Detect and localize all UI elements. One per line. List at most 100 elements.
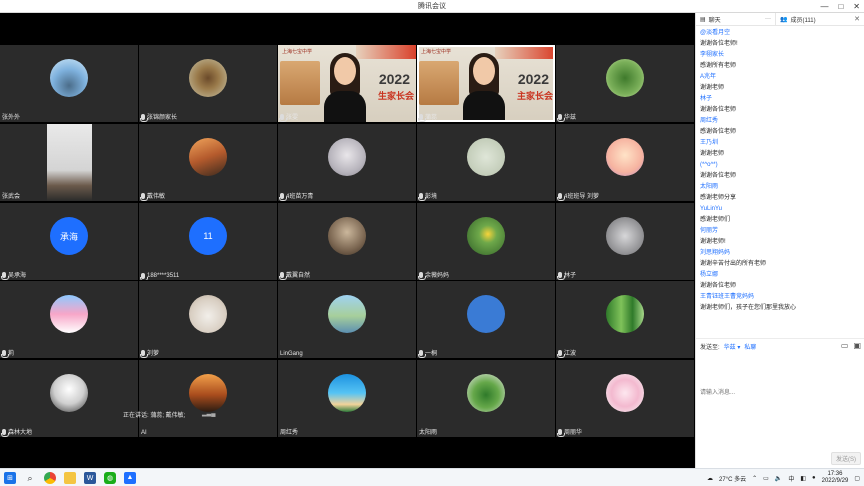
participant-name-row: 4班班导 刘萝 — [557, 191, 599, 201]
clock[interactable]: 17:36 2022/9/29 — [822, 471, 849, 485]
tab-members[interactable]: 👥 成员(111) — [776, 13, 820, 26]
chrome-icon[interactable] — [44, 472, 56, 484]
participant-name-row: 188****3511 — [140, 273, 179, 280]
chat-sender-name[interactable]: 刘思翔妈妈 — [700, 248, 861, 259]
chat-input[interactable] — [700, 353, 860, 433]
windows-taskbar: ⊞ ⌕ W ◍ ▲ ☁ 27°C 多云 ⌃ ▭ 🔈 中 ◧ ● 17:36 20… — [0, 468, 864, 486]
participant-tile[interactable]: 周丽华 — [556, 360, 694, 437]
file-icon[interactable]: ▭ — [841, 341, 849, 350]
screenshot-icon[interactable]: ▣ — [853, 341, 861, 350]
participant-tile[interactable]: 刘萝 — [139, 281, 277, 358]
banner-year: 2022 — [378, 71, 410, 87]
chat-message-list[interactable]: @淡看月空 谢谢各位老师! 李栩家长 感谢所有老师 A兆年 谢谢老师 林子 谢谢各位老师 周红秀… — [696, 27, 864, 349]
participant-tile[interactable]: 江波 — [556, 281, 694, 358]
participant-tile[interactable]: 11 188****3511 — [139, 203, 277, 280]
chat-tabs: ▤ 聊天 ··· 👥 成员(111) ✕ — [696, 12, 864, 26]
ime-indicator[interactable]: 中 — [788, 474, 794, 483]
participant-avatar — [189, 59, 227, 97]
participant-avatar — [606, 59, 644, 97]
participant-tile[interactable]: 上海七宝中学 2022 生家长会 张雯 — [278, 45, 416, 122]
participant-tile[interactable]: 张锦颜家长 — [139, 45, 277, 122]
chat-sender-name[interactable]: A兆年 — [700, 72, 861, 83]
participant-tile[interactable]: LinGang — [278, 281, 416, 358]
participant-tile[interactable]: 莉 — [0, 281, 138, 358]
participant-name: 太阳雨 — [419, 430, 438, 436]
members-icon: 👥 — [780, 16, 788, 23]
weather-icon[interactable]: ☁ — [707, 475, 713, 482]
close-panel-icon[interactable]: ✕ — [854, 15, 864, 23]
participant-tile[interactable]: 余薇妈妈 — [417, 203, 555, 280]
wechat-icon[interactable]: ◍ — [104, 472, 116, 484]
chat-sender-name[interactable]: 杨立娜 — [700, 270, 861, 281]
volume-icon[interactable]: 🔈 — [775, 475, 782, 482]
chat-message-text: 谢谢各位老师! — [700, 41, 738, 47]
tencent-meeting-icon[interactable]: ▲ — [124, 472, 136, 484]
windows-start-icon[interactable]: ⊞ — [4, 472, 16, 484]
participant-name-row: 戴伟敏 — [140, 191, 165, 201]
participant-name: 林子 — [564, 273, 577, 279]
send-to-select[interactable]: 华兹 ▾ — [724, 342, 741, 351]
search-icon[interactable]: ⌕ — [24, 472, 36, 484]
participant-tile[interactable]: 张武会 — [0, 124, 138, 201]
participant-tile[interactable]: 一桐 — [417, 281, 555, 358]
chat-sender-name[interactable]: (*^o^*) — [700, 160, 861, 171]
participant-tile[interactable]: 上海七宝中学 2022 主家长会 蒲蕊 — [417, 45, 555, 122]
participant-avatar — [606, 138, 644, 176]
chat-sender-name[interactable]: 王乃圳 — [700, 138, 861, 149]
participant-avatar — [189, 295, 227, 333]
chat-sender-name[interactable]: 周红秀 — [700, 116, 861, 127]
microphone-icon — [1, 428, 9, 437]
chat-sender-name[interactable]: 李栩家长 — [700, 50, 861, 61]
more-options-icon[interactable]: ··· — [765, 16, 771, 22]
participant-avatar — [50, 374, 88, 412]
participant-name: 江波 — [564, 351, 577, 357]
participant-tile[interactable]: 戴伟敏 — [139, 124, 277, 201]
tray-app-icon[interactable]: ◧ — [800, 475, 806, 482]
participant-tile[interactable]: 承海吴承海 — [0, 203, 138, 280]
participant-tile[interactable]: 戴翼自然 — [278, 203, 416, 280]
tab-chat-label: 聊天 — [708, 17, 721, 24]
participant-tile[interactable]: 太阳雨 — [417, 360, 555, 437]
participant-tile[interactable]: 彭境 — [417, 124, 555, 201]
private-chat-toggle[interactable]: 私聊 — [744, 342, 756, 351]
chat-compose: 发送至: 华兹 ▾ 私聊 ▭ ▣ 发送(S) — [696, 338, 864, 468]
chat-sender-name[interactable]: YuLinYu — [700, 204, 861, 215]
microphone-icon — [140, 192, 148, 201]
microphone-icon — [557, 428, 565, 437]
chat-sender-name[interactable]: 太阳雨 — [700, 182, 861, 193]
weather-text[interactable]: 27°C 多云 — [719, 474, 746, 483]
participant-name: 戴翼自然 — [286, 273, 311, 279]
chat-sender-name[interactable]: @淡看月空 — [700, 28, 861, 39]
participant-avatar — [467, 295, 505, 333]
tray-up-icon[interactable]: ⌃ — [752, 475, 757, 482]
network-icon[interactable]: ▭ — [763, 475, 769, 482]
chat-sender-name[interactable]: 王青钰班王曹竞妈妈 — [700, 292, 861, 303]
participant-name-row: 张外外 — [2, 112, 20, 121]
chat-sender-name[interactable]: 林子 — [700, 94, 861, 105]
participant-tile[interactable]: AI — [139, 360, 277, 437]
participant-avatar: 承海 — [50, 217, 88, 255]
participant-name-row: 江波 — [557, 348, 577, 358]
participant-tile[interactable]: 张外外 — [0, 45, 138, 122]
close-window-button[interactable]: ✕ — [853, 0, 860, 13]
participant-tile[interactable]: 4班苗万青 — [278, 124, 416, 201]
participant-tile[interactable]: 4班班导 刘萝 — [556, 124, 694, 201]
participant-tile[interactable]: 华兹 — [556, 45, 694, 122]
participant-tile[interactable]: 林子 — [556, 203, 694, 280]
file-explorer-icon[interactable] — [64, 472, 76, 484]
chat-sender-name[interactable]: 何丽芳 — [700, 226, 861, 237]
participant-name: 周丽华 — [564, 430, 583, 436]
minimize-button[interactable]: — — [820, 0, 828, 13]
active-speaker-highlight — [417, 45, 555, 122]
word-icon[interactable]: W — [84, 472, 96, 484]
participant-name-row: 吴承海 — [1, 270, 26, 280]
tab-chat[interactable]: ▤ 聊天 ··· — [696, 12, 776, 26]
notification-icon[interactable]: ▢ — [854, 475, 860, 482]
microphone-icon — [279, 271, 287, 280]
send-button[interactable]: 发送(S) — [831, 452, 861, 465]
presenter-body — [324, 91, 366, 122]
participant-tile[interactable]: 周红秀 — [278, 360, 416, 437]
antivirus-icon[interactable]: ● — [812, 475, 816, 481]
participant-tile[interactable]: 森林大地 — [0, 360, 138, 437]
maximize-button[interactable]: □ — [838, 0, 843, 13]
